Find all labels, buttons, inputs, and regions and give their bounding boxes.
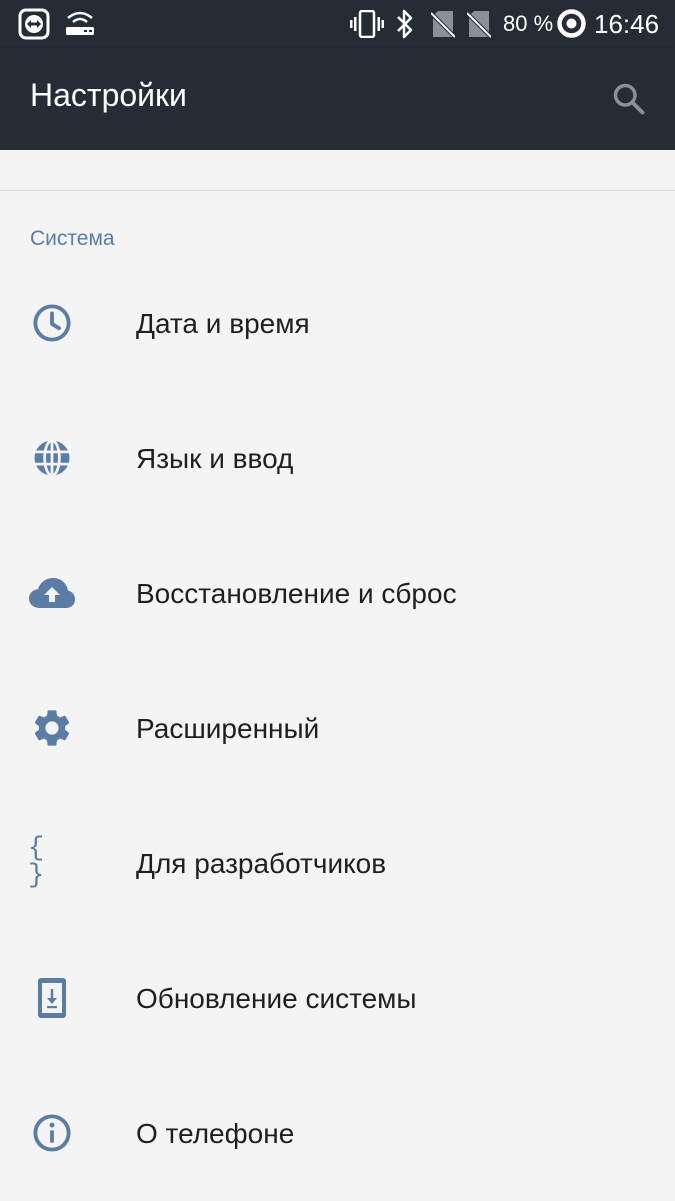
setting-label: Язык и ввод	[136, 443, 294, 474]
setting-label: Восстановление и сброс	[136, 578, 457, 609]
clock-time: 16:46	[594, 9, 660, 39]
setting-advanced[interactable]: Расширенный	[0, 661, 675, 796]
teamviewer-icon	[18, 8, 50, 44]
settings-list: Дата и время Язык и ввод Восстановление …	[0, 256, 675, 1201]
clock-icon	[28, 301, 76, 345]
setting-system-update[interactable]: Обновление системы	[0, 931, 675, 1066]
status-bar: 80 % 16:46	[0, 0, 675, 48]
setting-date-time[interactable]: Дата и время	[0, 256, 675, 391]
app-bar: Настройки	[0, 48, 675, 150]
page-title: Настройки	[30, 77, 187, 113]
setting-label: Дата и время	[136, 308, 310, 339]
setting-label: О телефоне	[136, 1118, 295, 1149]
braces-icon: { }	[28, 834, 48, 891]
setting-backup-reset[interactable]: Восстановление и сброс	[0, 526, 675, 661]
system-update-icon	[28, 976, 76, 1020]
top-spacer	[0, 150, 675, 191]
setting-developer-options[interactable]: { } Для разработчиков	[0, 796, 675, 931]
bluetooth-icon	[395, 9, 415, 43]
vibrate-icon	[350, 9, 384, 42]
search-button[interactable]	[606, 76, 652, 122]
gear-icon	[28, 706, 76, 750]
no-sim-icon	[465, 10, 493, 42]
globe-icon	[28, 436, 76, 480]
info-icon	[28, 1111, 76, 1155]
setting-about-phone[interactable]: О телефоне	[0, 1066, 675, 1201]
battery-percent: 80 %	[503, 11, 554, 36]
no-sim-icon	[429, 10, 457, 42]
cloud-upload-icon	[28, 571, 76, 615]
wifi-router-icon	[64, 10, 96, 42]
battery-ring-icon	[556, 8, 587, 43]
section-header: Система	[30, 227, 115, 250]
setting-label: Расширенный	[136, 713, 320, 744]
search-icon	[613, 83, 645, 115]
setting-label: Для разработчиков	[136, 848, 387, 879]
setting-language-input[interactable]: Язык и ввод	[0, 391, 675, 526]
setting-label: Обновление системы	[136, 983, 417, 1014]
